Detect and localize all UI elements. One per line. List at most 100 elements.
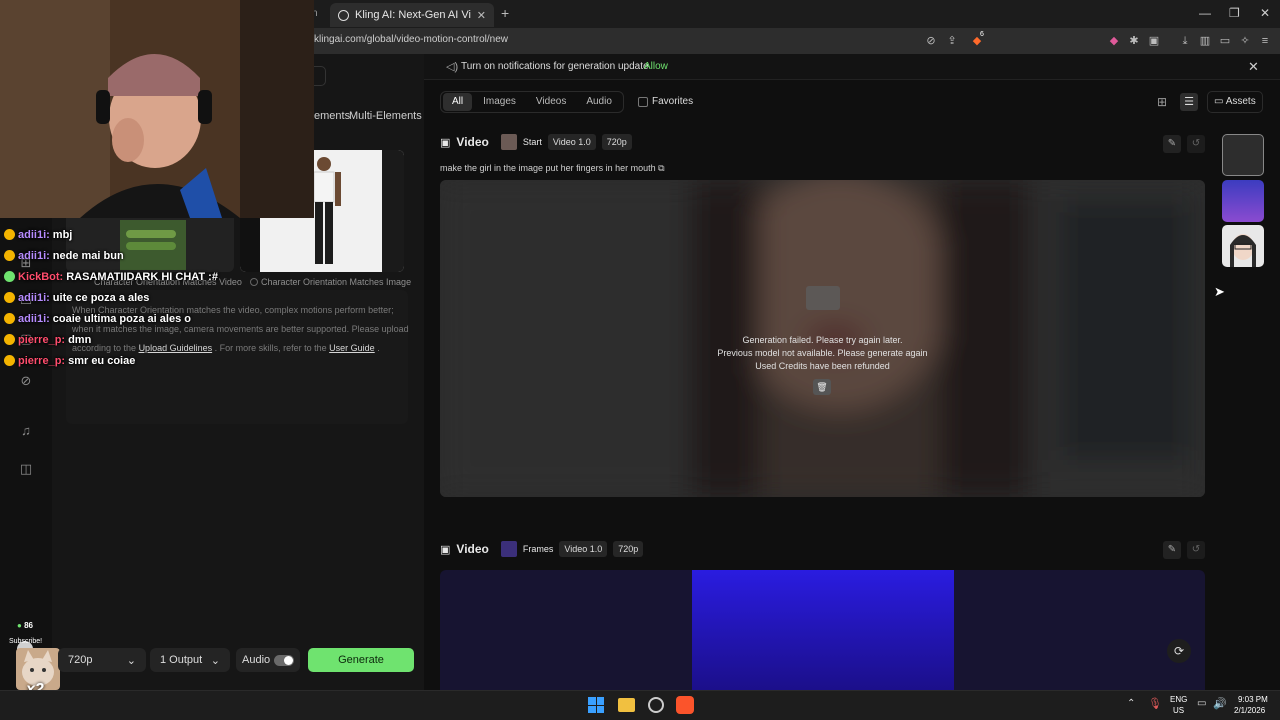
chat-text: uite ce poza a ales bbox=[52, 291, 150, 304]
chat-message: adii1i: coaie ultima poza ai ales o bbox=[4, 308, 304, 329]
chat-badge-icon bbox=[4, 292, 15, 303]
chat-username[interactable]: adii1i: bbox=[18, 292, 50, 304]
video-icon: ▣ bbox=[440, 136, 451, 149]
filter-images[interactable]: Images bbox=[474, 93, 525, 111]
allow-notifications-link[interactable]: Allow bbox=[644, 61, 668, 72]
favorites-checkbox[interactable] bbox=[638, 97, 648, 107]
filter-videos[interactable]: Videos bbox=[527, 93, 575, 111]
scroll-to-top-icon[interactable]: ⟳ bbox=[1167, 639, 1191, 663]
new-tab-button[interactable]: + bbox=[501, 5, 509, 21]
share-icon[interactable]: ⇪ bbox=[944, 33, 960, 49]
video1-title: Video bbox=[456, 135, 489, 149]
network-icon[interactable]: ▭ bbox=[1197, 698, 1206, 709]
delete-icon[interactable]: 🗑 bbox=[813, 379, 831, 395]
clock-date[interactable]: 2/1/2026 bbox=[1234, 706, 1265, 715]
chat-username[interactable]: KickBot: bbox=[18, 271, 63, 283]
minimize-icon[interactable]: — bbox=[1199, 6, 1211, 20]
extension-shield-icon[interactable]: ◆ bbox=[1106, 33, 1122, 49]
edit-icon[interactable]: ✎ bbox=[1163, 541, 1181, 559]
wallet2-icon[interactable]: ▭ bbox=[1217, 33, 1233, 49]
chat-username[interactable]: adii1i: bbox=[18, 250, 50, 262]
sub-icon: ● bbox=[17, 621, 22, 630]
filter-audio[interactable]: Audio bbox=[577, 93, 621, 111]
resolution-select[interactable]: 720p ⌄ bbox=[58, 648, 146, 672]
sound-wave-icon[interactable]: ♫ bbox=[17, 422, 35, 440]
chat-message: adii1i: nede mai bun bbox=[4, 245, 304, 266]
download-icon[interactable]: ⤓ bbox=[1177, 33, 1193, 49]
thumb-1[interactable] bbox=[1222, 134, 1264, 176]
chat-badge-icon bbox=[4, 313, 15, 324]
close-tab-icon[interactable]: ✕ bbox=[477, 9, 486, 22]
chat-text: RASAMATIIDARK HI CHAT bbox=[66, 270, 206, 283]
frames-thumb bbox=[500, 541, 517, 557]
tab-elements[interactable]: ements bbox=[314, 110, 350, 122]
generate-button[interactable]: Generate bbox=[308, 648, 414, 672]
chat-message: KickBot: RASAMATIIDARK HI CHAT:# bbox=[4, 266, 304, 287]
tab-kling-ai[interactable]: Kling AI: Next-Gen AI Video & AI ✕ bbox=[330, 3, 494, 27]
speaker-icon: ◁) bbox=[446, 61, 459, 73]
asset-filter-tabs: All Images Videos Audio bbox=[440, 91, 624, 113]
chat-text: dmn bbox=[68, 333, 92, 346]
microphone-icon[interactable]: 🎙 bbox=[1148, 697, 1162, 710]
volume-icon[interactable]: 🔊 bbox=[1213, 697, 1227, 710]
sub-count: 86 bbox=[24, 621, 33, 630]
windows-start-icon[interactable] bbox=[588, 697, 604, 713]
audio-toggle[interactable] bbox=[274, 654, 294, 666]
video1-prompt: make the girl in the image put her finge… bbox=[440, 163, 665, 174]
chat-badge-icon bbox=[4, 334, 15, 345]
window-close-icon[interactable]: ✕ bbox=[1260, 6, 1270, 20]
output-select[interactable]: 1 Output ⌄ bbox=[150, 648, 230, 672]
file-explorer-icon[interactable] bbox=[618, 698, 635, 712]
chat-username[interactable]: pierre_p: bbox=[18, 355, 65, 367]
brave-shield-count: 6 bbox=[980, 31, 984, 38]
tray-chevron-icon[interactable]: ⌃ bbox=[1127, 698, 1135, 709]
retry-icon[interactable]: ↺ bbox=[1187, 135, 1205, 153]
toggle-knob bbox=[284, 655, 293, 665]
video2-header: ▣ Video Frames Video 1.0 720p bbox=[440, 541, 644, 557]
url-field[interactable]: klingai.com/global/video-motion-control/… bbox=[314, 34, 508, 45]
obs-icon[interactable] bbox=[648, 697, 664, 713]
video2-res-pill: 720p bbox=[613, 541, 644, 557]
sidebar-toggle-icon[interactable]: ▥ bbox=[1197, 33, 1213, 49]
clock-time[interactable]: 9:03 PM bbox=[1238, 695, 1268, 704]
edit-icon[interactable]: ✎ bbox=[1163, 135, 1181, 153]
user-guide-link[interactable]: User Guide bbox=[329, 343, 375, 353]
chat-text: nede mai bun bbox=[52, 249, 124, 262]
chat-username[interactable]: adii1i: bbox=[18, 313, 50, 325]
chat-username[interactable]: pierre_p: bbox=[18, 334, 65, 346]
leo-ai-icon[interactable]: ✧ bbox=[1237, 33, 1253, 49]
lang-secondary[interactable]: US bbox=[1173, 706, 1184, 715]
chat-badge-icon bbox=[4, 271, 15, 282]
retry-icon[interactable]: ↺ bbox=[1187, 541, 1205, 559]
thumb-3[interactable] bbox=[1222, 225, 1264, 267]
restore-icon[interactable]: ❐ bbox=[1229, 6, 1240, 20]
filter-all[interactable]: All bbox=[443, 93, 473, 111]
video2-frame bbox=[692, 570, 954, 690]
notification-bar: ◁) Turn on notifications for generation … bbox=[424, 54, 1280, 80]
thumb-2[interactable] bbox=[1222, 180, 1264, 222]
chat-username[interactable]: adii1i: bbox=[18, 229, 50, 241]
guide-text-post: . bbox=[377, 343, 380, 353]
chat-message: adii1i: mbj bbox=[4, 224, 304, 245]
copy-icon[interactable]: ⧉ bbox=[658, 163, 664, 173]
brave-taskbar-icon[interactable] bbox=[676, 696, 694, 714]
media-off-icon[interactable]: ⊘ bbox=[923, 33, 939, 49]
favorites-label[interactable]: Favorites bbox=[652, 96, 693, 107]
menu-icon[interactable]: ≡ bbox=[1257, 33, 1273, 49]
video2-preview bbox=[440, 570, 1205, 690]
lang-primary[interactable]: ENG bbox=[1170, 695, 1187, 704]
sidebar-icon-4[interactable]: ⊘ bbox=[17, 372, 35, 390]
assets-button[interactable]: ▭ Assets bbox=[1207, 91, 1263, 113]
mouse-cursor-icon: ➤ bbox=[1214, 284, 1225, 299]
sidebar-icon-6[interactable]: ◫ bbox=[17, 460, 35, 478]
chat-badge-icon bbox=[4, 355, 15, 366]
grid-view-icon[interactable]: ⊞ bbox=[1157, 95, 1167, 109]
list-view-icon[interactable]: ☰ bbox=[1180, 93, 1198, 111]
chat-badge-icon bbox=[4, 250, 15, 261]
tab-multi-elements[interactable]: Multi-Elements bbox=[349, 110, 422, 122]
video1-header: ▣ Video Start Video 1.0 720p bbox=[440, 134, 632, 150]
extensions-icon[interactable]: ✱ bbox=[1126, 33, 1142, 49]
video2-mode: Frames bbox=[522, 544, 554, 554]
wallet-icon[interactable]: ▣ bbox=[1146, 33, 1162, 49]
close-notification-icon[interactable]: ✕ bbox=[1248, 59, 1259, 75]
